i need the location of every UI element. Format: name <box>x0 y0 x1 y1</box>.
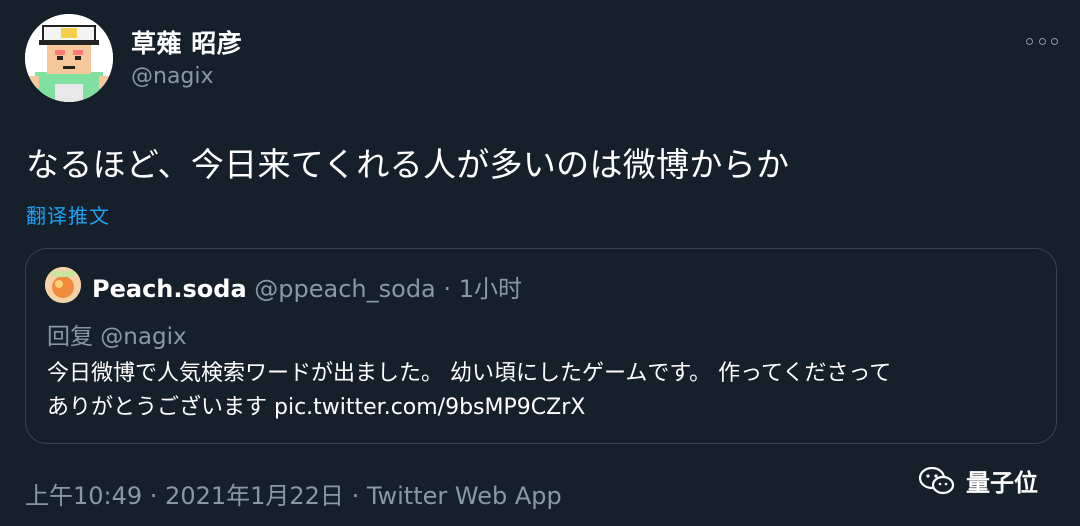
watermark-text: 量子位 <box>966 469 1038 497</box>
quoted-avatar-image <box>45 267 81 303</box>
quoted-avatar <box>45 267 81 303</box>
quoted-body-line-1: 今日微博で人気検索ワードが出ました。 幼い頃にしたゲームです。 作ってくださって <box>47 361 892 386</box>
quoted-reply-to: 回复 @nagix <box>47 324 187 350</box>
author-handle[interactable]: @nagix <box>131 64 214 89</box>
quoted-header: Peach.soda @ppeach_soda · 1小时 <box>92 269 522 304</box>
quoted-handle: @ppeach_soda <box>254 275 436 303</box>
avatar-pixel-art <box>25 14 113 102</box>
quoted-body: 今日微博で人気検索ワードが出ました。 幼い頃にしたゲームです。 作ってくださって… <box>47 357 1037 425</box>
watermark: 量子位 <box>918 463 1038 498</box>
more-options-icon[interactable] <box>1026 36 1058 46</box>
quoted-name[interactable]: Peach.soda <box>92 275 247 303</box>
translate-tweet-link[interactable]: 翻译推文 <box>26 200 110 229</box>
quoted-tweet-card[interactable]: Peach.soda @ppeach_soda · 1小时 回复 @nagix … <box>25 248 1057 444</box>
tweet-text: なるほど、今日来てくれる人が多いのは微博からか <box>26 145 790 184</box>
quoted-separator: · <box>443 275 452 303</box>
quoted-body-line-2: ありがとうございます pic.twitter.com/9bsMP9CZrX <box>47 395 586 420</box>
author-display-name[interactable]: 草薙 昭彦 <box>131 24 242 60</box>
tweet-meta: 上午10:49 · 2021年1月22日 · Twitter Web App <box>25 482 562 510</box>
author-avatar[interactable] <box>25 14 113 102</box>
quoted-time: 1小时 <box>458 275 522 303</box>
wechat-icon <box>918 466 955 494</box>
